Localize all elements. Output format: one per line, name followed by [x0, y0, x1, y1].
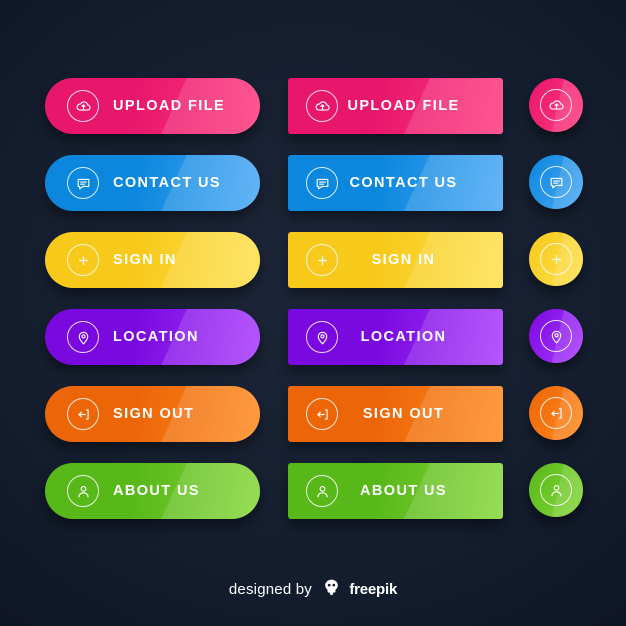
rect-button-sign-out[interactable]: SIGN OUT: [288, 386, 503, 442]
circle-button-user[interactable]: [529, 463, 583, 517]
button-label: CONTACT US: [349, 175, 458, 191]
chat-bubble-icon: [67, 167, 99, 199]
credit-brand: freepik: [349, 581, 398, 598]
chat-bubble-icon: [306, 167, 338, 199]
logout-arrow-icon: [67, 398, 99, 430]
plus-circle-icon: [67, 244, 99, 276]
user-icon: [67, 475, 99, 507]
button-label: LOCATION: [113, 329, 199, 345]
button-label: SIGN OUT: [113, 406, 195, 422]
button-label: ABOUT US: [360, 483, 447, 499]
button-label: SIGN IN: [371, 252, 436, 268]
credit-prefix: designed by: [228, 581, 312, 598]
button-row: ABOUT US ABOUT US: [0, 463, 626, 540]
rect-button-upload-file[interactable]: UPLOAD FILE: [288, 78, 503, 134]
button-row: CONTACT US CONTACT US: [0, 155, 626, 232]
circle-button-cloud-upload[interactable]: [529, 78, 583, 132]
plus-circle-icon: [540, 243, 572, 275]
button-label: UPLOAD FILE: [347, 98, 460, 114]
button-label: CONTACT US: [113, 175, 221, 191]
map-pin-icon: [67, 321, 99, 353]
rect-button-contact-us[interactable]: CONTACT US: [288, 155, 503, 211]
button-label: ABOUT US: [113, 483, 200, 499]
pill-button-location[interactable]: LOCATION: [45, 309, 260, 365]
pill-button-contact-us[interactable]: CONTACT US: [45, 155, 260, 211]
cloud-upload-icon: [67, 90, 99, 122]
rect-button-about-us[interactable]: ABOUT US: [288, 463, 503, 519]
button-row: SIGN OUT SIGN OUT: [0, 386, 626, 463]
button-label: SIGN OUT: [362, 406, 445, 422]
button-row: SIGN IN SIGN IN: [0, 232, 626, 309]
pill-button-sign-in[interactable]: SIGN IN: [45, 232, 260, 288]
logout-arrow-icon: [540, 397, 572, 429]
button-label: SIGN IN: [113, 252, 177, 268]
button-row: LOCATION LOCATION: [0, 309, 626, 386]
button-collection-canvas: UPLOAD FILE UPLOAD FILE CONTACT US CONTACT …: [0, 0, 626, 626]
user-icon: [540, 474, 572, 506]
rect-button-location[interactable]: LOCATION: [288, 309, 503, 365]
circle-button-map-pin[interactable]: [529, 309, 583, 363]
credit-line: designed by freepik: [0, 578, 626, 601]
freepik-logo-icon: [322, 578, 341, 601]
circle-button-plus-circle[interactable]: [529, 232, 583, 286]
map-pin-icon: [306, 321, 338, 353]
cloud-upload-icon: [540, 89, 572, 121]
button-rows: UPLOAD FILE UPLOAD FILE CONTACT US CONTACT …: [0, 78, 626, 540]
pill-button-sign-out[interactable]: SIGN OUT: [45, 386, 260, 442]
user-icon: [306, 475, 338, 507]
plus-circle-icon: [306, 244, 338, 276]
pill-button-upload-file[interactable]: UPLOAD FILE: [45, 78, 260, 134]
button-label: UPLOAD FILE: [113, 98, 226, 114]
rect-button-sign-in[interactable]: SIGN IN: [288, 232, 503, 288]
button-label: LOCATION: [360, 329, 447, 345]
chat-bubble-icon: [540, 166, 572, 198]
circle-button-chat-bubble[interactable]: [529, 155, 583, 209]
map-pin-icon: [540, 320, 572, 352]
circle-button-logout-arrow[interactable]: [529, 386, 583, 440]
pill-button-about-us[interactable]: ABOUT US: [45, 463, 260, 519]
cloud-upload-icon: [306, 90, 338, 122]
logout-arrow-icon: [306, 398, 338, 430]
button-row: UPLOAD FILE UPLOAD FILE: [0, 78, 626, 155]
